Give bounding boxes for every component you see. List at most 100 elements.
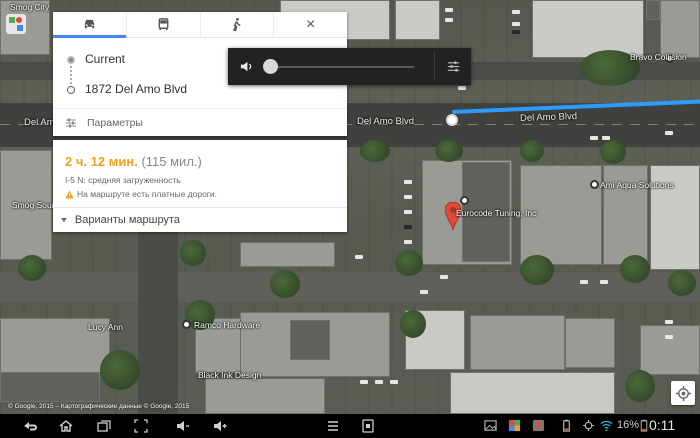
back-button[interactable] bbox=[22, 418, 38, 434]
car bbox=[512, 22, 520, 26]
car bbox=[360, 380, 368, 384]
screenshot-icon bbox=[134, 419, 148, 433]
eta-minutes-unit: мин. bbox=[108, 154, 138, 169]
building bbox=[240, 242, 335, 267]
walk-icon bbox=[233, 17, 241, 32]
app-notification-icon bbox=[508, 419, 521, 432]
route-options-button[interactable]: Параметры bbox=[53, 108, 347, 136]
map-label-lucy-ann: Lucy Ann bbox=[88, 322, 123, 332]
car bbox=[375, 380, 383, 384]
tree bbox=[520, 255, 554, 285]
poi-marker[interactable] bbox=[182, 320, 191, 329]
tree bbox=[270, 270, 300, 298]
building bbox=[646, 0, 660, 20]
car bbox=[355, 255, 363, 259]
building bbox=[565, 318, 615, 368]
route-dots-connector bbox=[70, 66, 72, 84]
volume-down-button[interactable] bbox=[175, 418, 191, 434]
route-start-marker[interactable] bbox=[446, 114, 458, 126]
tree bbox=[625, 370, 655, 402]
maps-notification-icon bbox=[532, 419, 545, 432]
my-location-button[interactable] bbox=[671, 381, 695, 405]
poi-marker[interactable] bbox=[590, 180, 599, 189]
car bbox=[404, 240, 412, 244]
car bbox=[458, 86, 466, 90]
route-summary[interactable]: 2 ч. 12 мин. (115 мил.) I-5 N: средняя з… bbox=[53, 140, 347, 207]
building bbox=[470, 315, 565, 370]
tree bbox=[100, 350, 140, 390]
tree bbox=[180, 240, 206, 266]
volume-slider[interactable] bbox=[263, 58, 414, 75]
building bbox=[205, 378, 325, 414]
building bbox=[660, 0, 700, 58]
speaker-icon[interactable] bbox=[239, 59, 254, 74]
equalizer-settings-icon[interactable] bbox=[446, 59, 461, 74]
map-label-smog-city: Smog City bbox=[10, 2, 50, 12]
close-icon: × bbox=[305, 15, 316, 33]
volume-track bbox=[270, 65, 414, 68]
car bbox=[602, 136, 610, 140]
google-maps-logo-icon bbox=[6, 14, 26, 34]
tree bbox=[395, 250, 423, 276]
route-summary-card: 2 ч. 12 мин. (115 мил.) I-5 N: средняя з… bbox=[53, 140, 347, 232]
car bbox=[445, 18, 453, 22]
tree bbox=[668, 270, 696, 296]
tab-walking[interactable] bbox=[199, 12, 274, 37]
map-label-bravo: Bravo Collision bbox=[630, 52, 687, 62]
car bbox=[665, 320, 673, 324]
car bbox=[404, 180, 412, 184]
volume-down-icon bbox=[177, 421, 189, 431]
distance: (115 мил.) bbox=[141, 154, 202, 169]
home-button[interactable] bbox=[58, 418, 74, 434]
map-copyright: © Google, 2015 – Картографические данные… bbox=[8, 403, 190, 410]
app-switch-icon bbox=[362, 419, 374, 433]
tree bbox=[520, 140, 544, 162]
car bbox=[390, 380, 398, 384]
tree bbox=[435, 140, 463, 162]
car bbox=[512, 30, 520, 34]
tree bbox=[600, 140, 626, 164]
car bbox=[404, 210, 412, 214]
home-icon bbox=[59, 420, 73, 432]
car bbox=[665, 335, 673, 339]
alley-road bbox=[0, 272, 700, 302]
map-label-eurocode: Eurocode Tuning, Inc bbox=[456, 208, 537, 218]
car bbox=[404, 195, 412, 199]
tree bbox=[360, 140, 390, 162]
car bbox=[590, 136, 598, 140]
destination-dot-icon bbox=[67, 86, 75, 94]
volume-popup bbox=[228, 48, 471, 85]
close-directions-button[interactable]: × bbox=[273, 12, 347, 37]
car bbox=[404, 225, 412, 229]
origin-dot-icon bbox=[67, 56, 75, 64]
poi-marker[interactable] bbox=[460, 196, 469, 205]
battery-percent: 16% bbox=[617, 419, 640, 431]
volume-up-button[interactable] bbox=[212, 418, 228, 434]
eta-hours-value: 2 bbox=[65, 154, 73, 169]
tree bbox=[18, 255, 46, 281]
car bbox=[445, 8, 453, 12]
battery-icon bbox=[640, 419, 648, 432]
screenshot-button[interactable] bbox=[133, 418, 149, 434]
route-alternatives-button[interactable]: ▼ Варианты маршрута bbox=[53, 207, 347, 232]
street-label: Del Amo Blvd bbox=[357, 116, 415, 127]
building bbox=[395, 0, 440, 40]
car bbox=[512, 10, 520, 14]
back-icon bbox=[24, 422, 37, 431]
tab-driving[interactable] bbox=[53, 12, 126, 38]
app-launcher-button[interactable] bbox=[360, 418, 376, 434]
building bbox=[450, 372, 615, 414]
battery-warning-icon bbox=[560, 419, 573, 432]
location-icon bbox=[582, 419, 595, 432]
tree bbox=[620, 255, 650, 283]
map-label-black-ink: Black Ink Design bbox=[198, 370, 262, 380]
traffic-note: I-5 N: средняя загруженность bbox=[65, 175, 181, 185]
tab-transit[interactable] bbox=[125, 12, 200, 37]
volume-thumb[interactable] bbox=[263, 58, 278, 74]
menu-button[interactable] bbox=[325, 418, 341, 434]
recent-apps-button[interactable] bbox=[96, 418, 112, 434]
street-label: Del Amo Blvd bbox=[519, 111, 578, 124]
alternatives-label: Варианты маршрута bbox=[74, 214, 180, 226]
car bbox=[440, 275, 448, 279]
building bbox=[290, 320, 330, 360]
